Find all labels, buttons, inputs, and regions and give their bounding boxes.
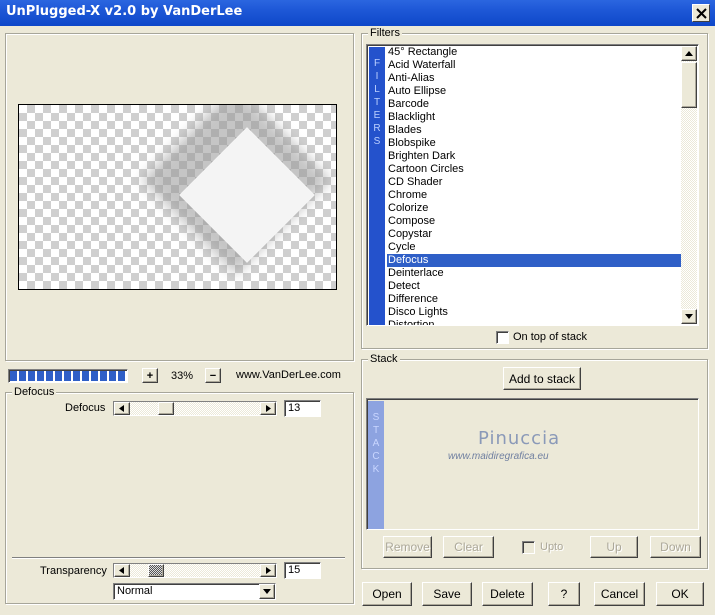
upto-label: Upto: [540, 541, 564, 553]
arrow-left-icon: [119, 567, 124, 574]
filter-list-item[interactable]: Difference: [387, 293, 683, 306]
zoom-in-button[interactable]: +: [142, 368, 158, 383]
add-to-stack-button[interactable]: Add to stack: [503, 367, 581, 390]
on-top-label: On top of stack: [513, 331, 587, 343]
filter-list-item[interactable]: Anti-Alias: [387, 72, 683, 85]
arrow-right-icon: [266, 567, 271, 574]
divider: [12, 557, 345, 559]
defocus-group-label: Defocus: [12, 386, 57, 398]
filter-list-item[interactable]: Brighten Dark: [387, 150, 683, 163]
filters-sidebar: F I L T E R S: [369, 47, 385, 325]
filter-list-item[interactable]: Barcode: [387, 98, 683, 111]
transparency-value-field[interactable]: 15: [284, 562, 321, 579]
stack-group-label: Stack: [368, 353, 400, 365]
defocus-value-field[interactable]: 13: [284, 400, 321, 417]
close-icon: [696, 8, 707, 19]
zoom-out-button[interactable]: −: [205, 368, 221, 383]
filter-list-item[interactable]: Copystar: [387, 228, 683, 241]
help-button[interactable]: ?: [548, 582, 580, 606]
filter-list-item[interactable]: Acid Waterfall: [387, 59, 683, 72]
filter-list-item[interactable]: Distortion: [387, 319, 683, 325]
filters-group-label: Filters: [368, 27, 402, 39]
on-top-checkbox[interactable]: [496, 331, 509, 344]
down-button[interactable]: Down: [650, 536, 701, 558]
filter-list-item[interactable]: Chrome: [387, 189, 683, 202]
filter-list-item[interactable]: Auto Ellipse: [387, 85, 683, 98]
progress-bar: [8, 369, 128, 383]
scroll-down-button[interactable]: [681, 309, 697, 324]
clear-button[interactable]: Clear: [443, 536, 494, 558]
defocus-param-label: Defocus: [65, 402, 106, 414]
filter-list-item[interactable]: Cycle: [387, 241, 683, 254]
filter-list-item[interactable]: Blades: [387, 124, 683, 137]
arrow-right-icon: [266, 405, 271, 412]
filter-list-item[interactable]: Compose: [387, 215, 683, 228]
defocus-slider-thumb[interactable]: [158, 402, 174, 415]
filter-list-item[interactable]: Disco Lights: [387, 306, 683, 319]
cancel-button[interactable]: Cancel: [594, 582, 645, 606]
filter-list-item[interactable]: Cartoon Circles: [387, 163, 683, 176]
website-link[interactable]: www.VanDerLee.com: [236, 369, 341, 381]
delete-button[interactable]: Delete: [482, 582, 533, 606]
ok-button[interactable]: OK: [656, 582, 704, 606]
scroll-thumb[interactable]: [681, 62, 697, 108]
window-title: UnPlugged-X v2.0 by VanDerLee: [6, 4, 243, 19]
filter-list-item[interactable]: Colorize: [387, 202, 683, 215]
filters-scrollbar[interactable]: [681, 46, 697, 324]
upto-checkbox[interactable]: [522, 541, 535, 554]
chevron-down-icon: [263, 589, 271, 594]
remove-button[interactable]: Remove: [383, 536, 432, 558]
filter-items: 45° Rectangle Acid Waterfall Anti-Alias Aut…: [387, 46, 683, 325]
transparency-slider[interactable]: [113, 563, 277, 578]
filter-list-item[interactable]: Blacklight: [387, 111, 683, 124]
title-bar: UnPlugged-X v2.0 by VanDerLee: [0, 0, 715, 26]
slider-left-arrow[interactable]: [114, 564, 130, 577]
defocus-slider[interactable]: [113, 401, 277, 416]
preview-canvas[interactable]: [18, 104, 337, 290]
filter-list-item[interactable]: CD Shader: [387, 176, 683, 189]
stack-list[interactable]: [366, 398, 699, 530]
blend-mode-value: Normal: [117, 585, 153, 597]
blend-mode-select[interactable]: Normal: [113, 583, 276, 600]
filter-list-item[interactable]: Blobspike: [387, 137, 683, 150]
dropdown-button[interactable]: [259, 584, 275, 599]
filter-list-item[interactable]: Defocus: [387, 254, 683, 267]
filter-list-item[interactable]: 45° Rectangle: [387, 46, 683, 59]
scroll-up-button[interactable]: [681, 46, 697, 61]
watermark-name: Pinuccia: [478, 428, 561, 449]
watermark-url: www.maidiregrafica.eu: [448, 451, 549, 462]
transparency-label: Transparency: [40, 565, 107, 577]
arrow-up-icon: [685, 51, 693, 56]
zoom-level: 33%: [170, 370, 194, 382]
stack-sidebar: S T A C K: [368, 401, 384, 529]
transparency-slider-thumb[interactable]: [148, 564, 164, 577]
arrow-down-icon: [685, 314, 693, 319]
filters-list[interactable]: F I L T E R S 45° Rectangle Acid Waterfal…: [366, 44, 699, 326]
up-button[interactable]: Up: [590, 536, 638, 558]
slider-left-arrow[interactable]: [114, 402, 130, 415]
filter-list-item[interactable]: Deinterlace: [387, 267, 683, 280]
close-button[interactable]: [692, 4, 710, 22]
save-button[interactable]: Save: [422, 582, 472, 606]
slider-right-arrow[interactable]: [260, 402, 276, 415]
arrow-left-icon: [119, 405, 124, 412]
open-button[interactable]: Open: [362, 582, 412, 606]
filter-list-item[interactable]: Detect: [387, 280, 683, 293]
slider-right-arrow[interactable]: [260, 564, 276, 577]
